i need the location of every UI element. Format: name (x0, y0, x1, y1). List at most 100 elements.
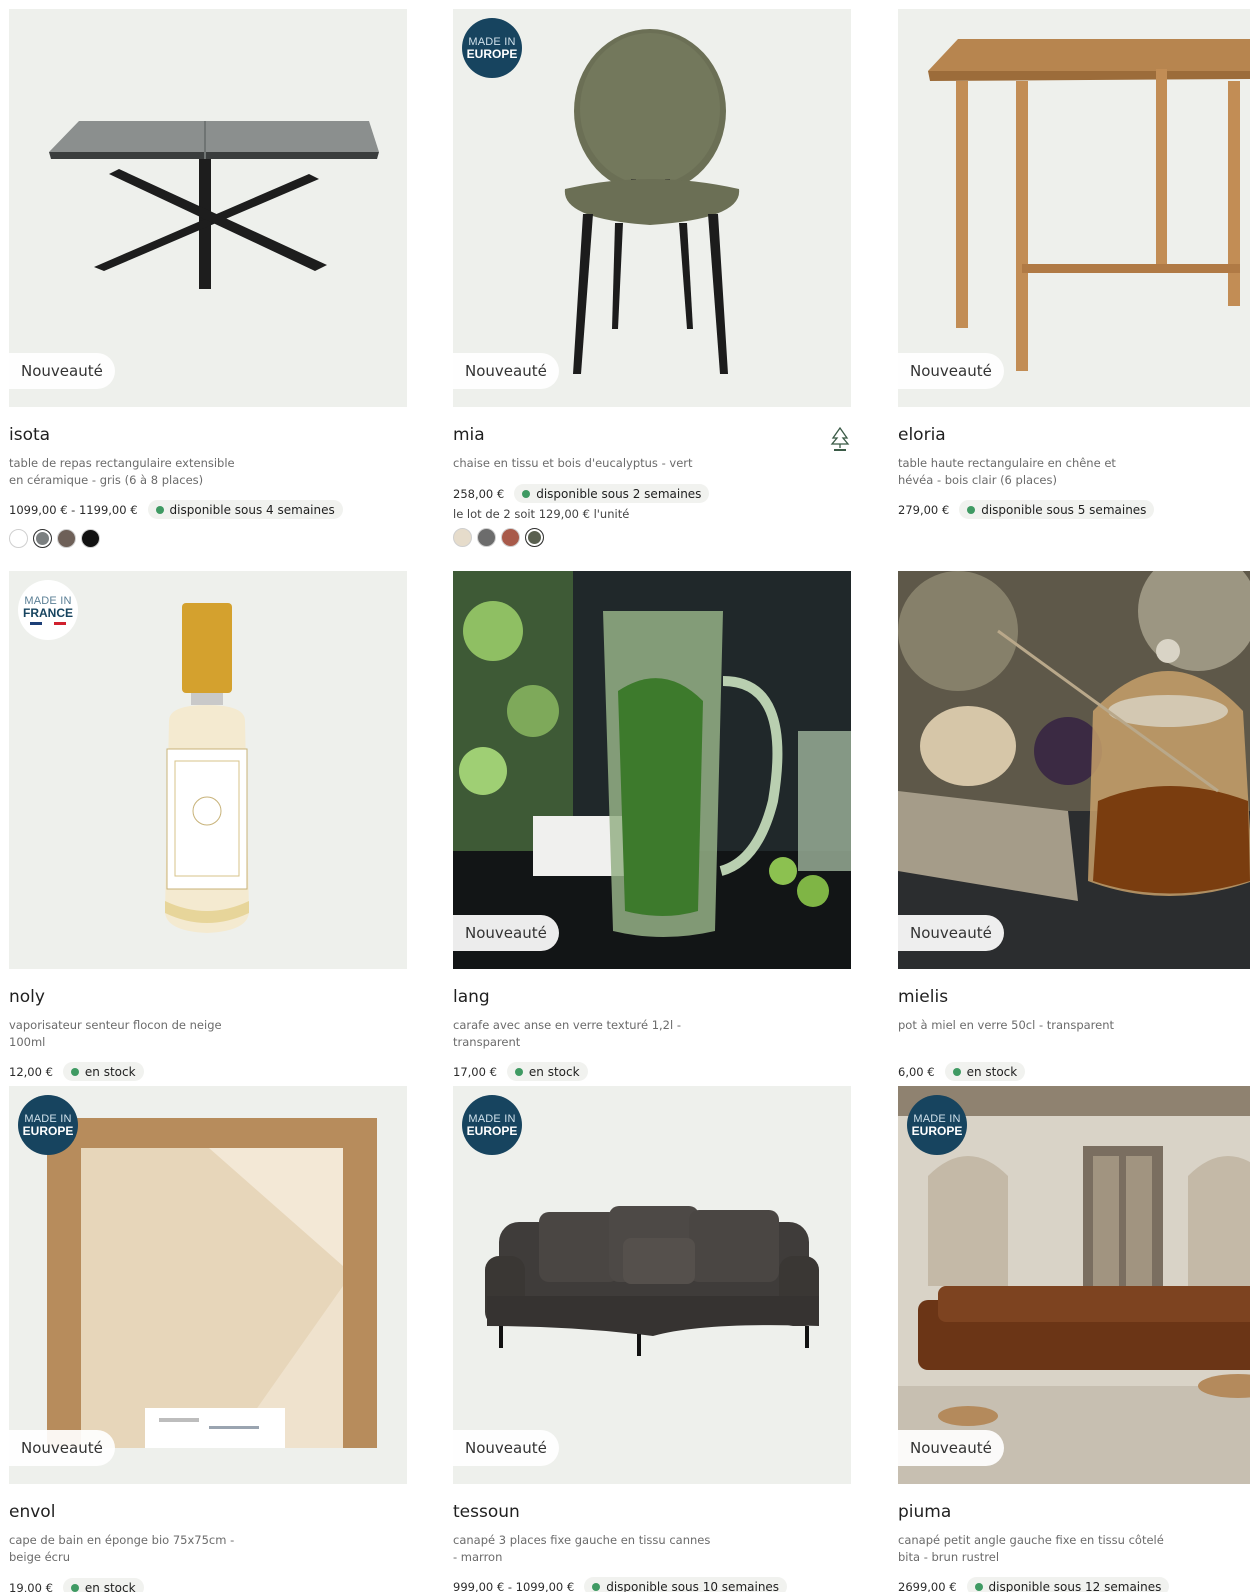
availability-text: disponible sous 5 semaines (981, 502, 1147, 517)
product-image[interactable]: MADE IN FRANCE (9, 571, 407, 969)
new-badge: Nouveauté (453, 915, 559, 951)
product-card-tessoun[interactable]: MADE IN EUROPE Nouveauté tessoun canapé … (453, 1086, 851, 1592)
green-dot-icon (522, 489, 531, 498)
price-row: 12,00 € en stock (9, 1062, 407, 1081)
new-badge: Nouveauté (898, 353, 1004, 389)
swatch-grey[interactable] (33, 529, 52, 548)
french-flag-icon (18, 621, 78, 625)
product-description: table haute rectangulaire en chêne et hé… (898, 456, 1116, 487)
availability-badge: disponible sous 5 semaines (959, 500, 1155, 519)
availability-text: disponible sous 12 semaines (988, 1579, 1162, 1592)
availability-text: en stock (84, 1064, 136, 1079)
made-in-europe-badge: MADE IN EUROPE (462, 18, 522, 78)
green-dot-icon (514, 1067, 523, 1076)
color-swatches (9, 529, 407, 548)
swatch-beige[interactable] (453, 528, 472, 547)
product-name[interactable]: lang (453, 987, 851, 1011)
product-image[interactable]: Nouveauté (9, 9, 407, 407)
product-name[interactable]: noly (9, 987, 407, 1011)
product-image[interactable]: Nouveauté (898, 9, 1250, 407)
product-price: 17,00 € (453, 1064, 497, 1079)
new-badge: Nouveauté (453, 353, 559, 389)
origin-label-bottom: FRANCE (23, 605, 73, 620)
swatch-green[interactable] (525, 528, 544, 547)
origin-label-bottom: EUROPE (466, 46, 518, 61)
product-card-piuma[interactable]: MADE IN EUROPE Nouveauté piuma canapé pe… (898, 1086, 1250, 1592)
product-name[interactable]: piuma (898, 1502, 1250, 1526)
product-image[interactable]: MADE IN EUROPE Nouveauté (453, 1086, 851, 1484)
product-image[interactable]: Nouveauté (898, 571, 1250, 969)
origin-label-bottom: EUROPE (22, 1123, 74, 1138)
swatch-taupe[interactable] (57, 529, 76, 548)
product-card-mielis[interactable]: Nouveauté mielis pot à miel en verre 50c… (898, 571, 1250, 1081)
green-dot-icon (974, 1582, 983, 1591)
green-dot-icon (592, 1582, 601, 1591)
origin-label-bottom: EUROPE (466, 1123, 518, 1138)
product-price: 279,00 € (898, 502, 950, 517)
made-in-europe-badge: MADE IN EUROPE (907, 1095, 967, 1155)
swatch-terracotta[interactable] (501, 528, 520, 547)
lot-price-note: le lot de 2 soit 129,00 € l'unité (453, 507, 630, 521)
product-price: 258,00 € (453, 486, 505, 501)
product-description: pot à miel en verre 50cl - transparent (898, 1018, 1115, 1032)
availability-badge: disponible sous 10 semaines (584, 1577, 788, 1592)
product-description: canapé petit angle gauche fixe en tissu … (898, 1533, 1164, 1564)
product-image[interactable]: MADE IN EUROPE Nouveauté (898, 1086, 1250, 1484)
new-badge: Nouveauté (453, 1430, 559, 1466)
availability-badge: en stock (944, 1062, 1026, 1081)
product-card-lang[interactable]: Nouveauté lang carafe avec anse en verre… (453, 571, 851, 1081)
origin-label-bottom: EUROPE (911, 1123, 963, 1138)
green-dot-icon (967, 505, 976, 514)
made-in-europe-badge: MADE IN EUROPE (462, 1095, 522, 1155)
product-description: table de repas rectangulaire extensible … (9, 456, 235, 487)
product-card-eloria[interactable]: Nouveauté eloria table haute rectangulai… (898, 9, 1250, 519)
product-description: vaporisateur senteur flocon de neige 100… (9, 1018, 222, 1049)
product-card-envol[interactable]: MADE IN EUROPE Nouveauté envol cape de b… (9, 1086, 407, 1592)
new-badge: Nouveauté (898, 1430, 1004, 1466)
new-badge: Nouveauté (898, 915, 1004, 951)
product-name[interactable]: tessoun (453, 1502, 851, 1526)
availability-badge: disponible sous 2 semaines (514, 484, 710, 503)
new-badge: Nouveauté (9, 1430, 115, 1466)
swatch-grey[interactable] (477, 528, 496, 547)
product-name[interactable]: mia (453, 425, 851, 449)
product-description: chaise en tissu et bois d'eucalyptus - v… (453, 456, 693, 470)
availability-badge: en stock (62, 1062, 144, 1081)
product-name[interactable]: eloria (898, 425, 1250, 449)
origin-label-top: MADE IN (468, 1112, 516, 1125)
product-name[interactable]: envol (9, 1502, 407, 1526)
table-illustration (49, 121, 379, 289)
fsc-tree-icon (830, 426, 850, 451)
honey-pot-photo (898, 571, 1250, 969)
availability-badge: disponible sous 12 semaines (966, 1577, 1170, 1592)
carafe-photo (453, 571, 851, 969)
product-image[interactable]: Nouveauté (453, 571, 851, 969)
origin-label-top: MADE IN (24, 1112, 72, 1125)
product-image[interactable]: MADE IN EUROPE Nouveauté (453, 9, 851, 407)
availability-text: en stock (84, 1580, 136, 1592)
product-name[interactable]: mielis (898, 987, 1250, 1011)
product-card-isota[interactable]: Nouveauté isota table de repas rectangul… (9, 9, 407, 548)
product-card-noly[interactable]: MADE IN FRANCE noly vaporisateur senteur… (9, 571, 407, 1081)
availability-text: en stock (966, 1064, 1018, 1079)
green-dot-icon (952, 1067, 961, 1076)
availability-text: disponible sous 2 semaines (536, 486, 702, 501)
availability-text: en stock (528, 1064, 580, 1079)
availability-text: disponible sous 10 semaines (606, 1579, 780, 1592)
product-image[interactable]: MADE IN EUROPE Nouveauté (9, 1086, 407, 1484)
green-dot-icon (155, 505, 164, 514)
product-price: 19,00 € (9, 1580, 53, 1592)
price-row: 279,00 € disponible sous 5 semaines (898, 500, 1250, 519)
swatch-black[interactable] (81, 529, 100, 548)
product-price: 999,00 € - 1099,00 € (453, 1579, 575, 1592)
availability-badge: disponible sous 4 semaines (147, 500, 343, 519)
product-description: cape de bain en éponge bio 75x75cm - bei… (9, 1533, 235, 1564)
product-name[interactable]: isota (9, 425, 407, 449)
price-row: 6,00 € en stock (898, 1062, 1250, 1081)
product-price: 2699,00 € (898, 1579, 957, 1592)
product-card-mia[interactable]: MADE IN EUROPE Nouveauté mia chaise en t… (453, 9, 851, 547)
price-row: 17,00 € en stock (453, 1062, 851, 1081)
price-row: 2699,00 € disponible sous 12 semaines (898, 1577, 1250, 1592)
price-row: 1099,00 € - 1199,00 € disponible sous 4 … (9, 500, 407, 519)
swatch-white[interactable] (9, 529, 28, 548)
